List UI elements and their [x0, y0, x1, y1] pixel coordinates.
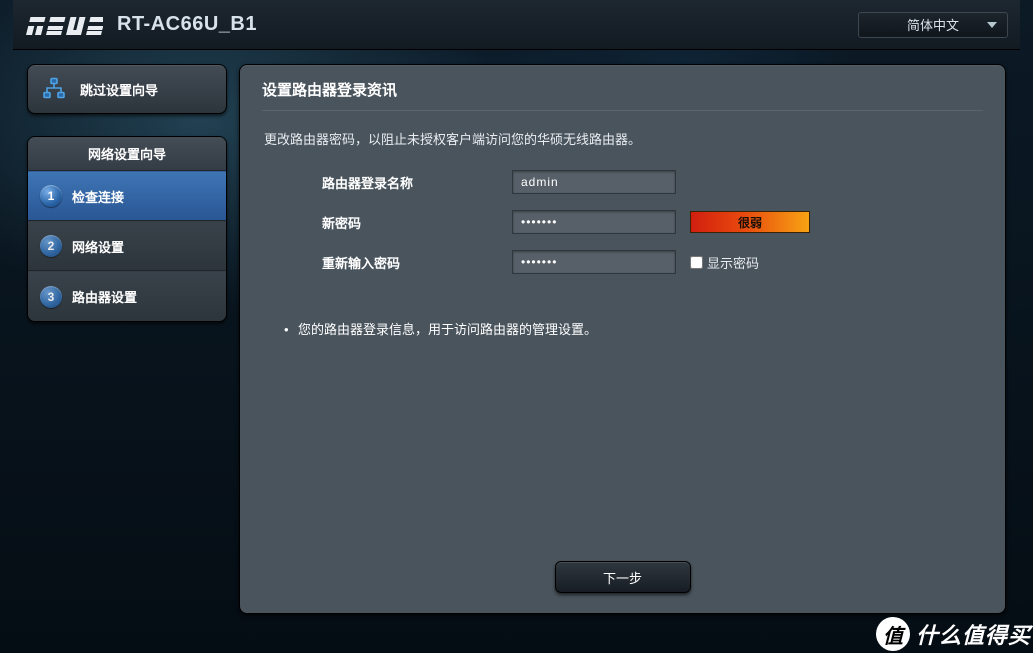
top-bar: RT-AC66U_B1 简体中文 — [13, 0, 1020, 50]
divider — [262, 110, 983, 111]
step-label: 路由器设置 — [72, 287, 137, 306]
password-strength-badge: 很弱 — [690, 211, 810, 233]
network-topology-icon — [42, 77, 66, 101]
model-name: RT-AC66U_B1 — [117, 13, 257, 36]
watermark: 值 什么值得买 — [876, 617, 1031, 651]
show-password-checkbox-input[interactable] — [690, 256, 703, 269]
skip-wizard-label: 跳过设置向导 — [80, 80, 158, 99]
skip-wizard-button[interactable]: 跳过设置向导 — [27, 64, 227, 114]
step-label: 检查连接 — [72, 187, 124, 206]
wizard-step-network-setup[interactable]: 2 网络设置 — [28, 221, 226, 271]
show-password-checkbox[interactable]: 显示密码 — [690, 253, 759, 272]
login-name-label: 路由器登录名称 — [262, 173, 512, 192]
language-dropdown[interactable]: 简体中文 — [858, 12, 1008, 38]
step-number-badge: 1 — [40, 185, 62, 207]
watermark-badge-icon: 值 — [876, 617, 910, 651]
login-info-note: 您的路由器登录信息，用于访问路由器的管理设置。 — [262, 320, 622, 341]
step-number-badge: 3 — [40, 286, 62, 308]
panel-description: 更改路由器密码，以阻止未授权客户端访问您的华硕无线路由器。 — [262, 129, 983, 148]
wizard-steps-box: 网络设置向导 1 检查连接 2 网络设置 3 路由器设置 — [27, 136, 227, 322]
chevron-down-icon — [987, 22, 997, 28]
wizard-step-router-setup[interactable]: 3 路由器设置 — [28, 271, 226, 321]
new-password-label: 新密码 — [262, 213, 512, 232]
watermark-text: 什么值得买 — [916, 618, 1031, 650]
login-name-input[interactable] — [512, 170, 676, 194]
wizard-step-check-connection[interactable]: 1 检查连接 — [28, 171, 226, 221]
new-password-input[interactable] — [512, 210, 676, 234]
language-dropdown-label: 简体中文 — [907, 15, 959, 34]
confirm-password-label: 重新输入密码 — [262, 253, 512, 272]
step-label: 网络设置 — [72, 237, 124, 256]
panel-title: 设置路由器登录资讯 — [262, 79, 983, 110]
confirm-password-input[interactable] — [512, 250, 676, 274]
step-number-badge: 2 — [40, 235, 62, 257]
asus-logo — [25, 15, 103, 35]
sidebar: 跳过设置向导 网络设置向导 1 检查连接 2 网络设置 3 路由器设置 — [27, 64, 227, 322]
wizard-title: 网络设置向导 — [28, 137, 226, 171]
show-password-label: 显示密码 — [707, 253, 759, 272]
next-button[interactable]: 下一步 — [555, 561, 691, 593]
main-panel: 设置路由器登录资讯 更改路由器密码，以阻止未授权客户端访问您的华硕无线路由器。 … — [239, 64, 1006, 614]
